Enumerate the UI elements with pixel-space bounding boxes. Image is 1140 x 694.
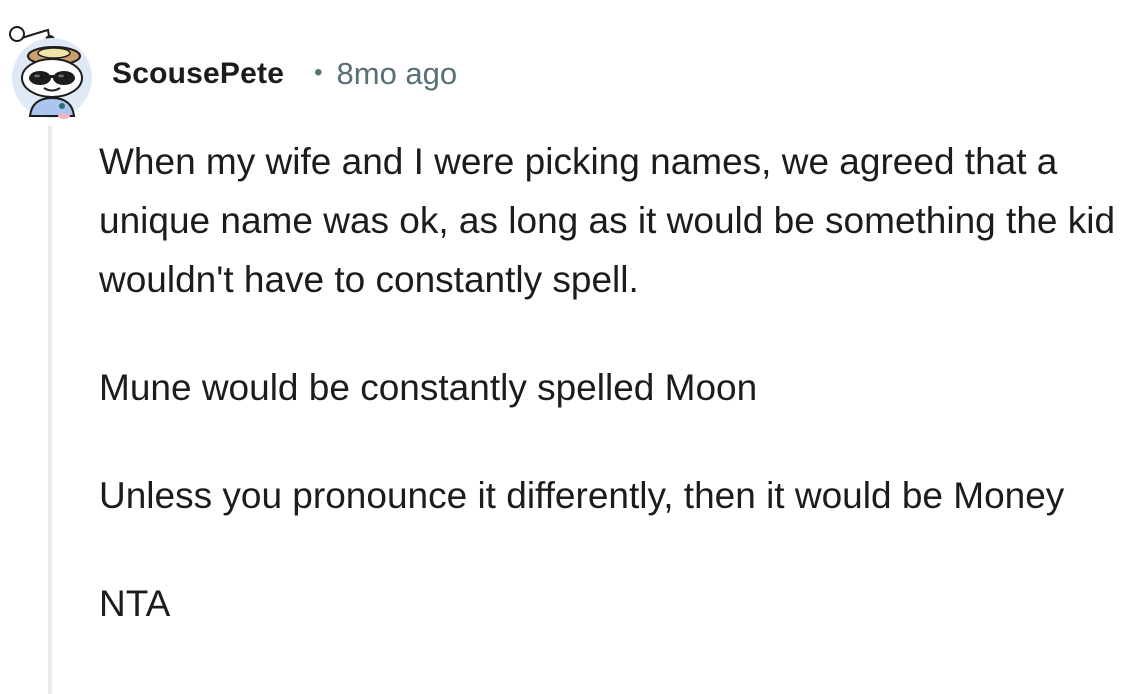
comment-body: When my wife and I were picking names, w… [99,132,1129,633]
timestamp[interactable]: 8mo ago [337,56,458,92]
comment-paragraph: Mune would be constantly spelled Moon [99,367,758,408]
snoo-avatar-icon [9,26,92,119]
comment-paragraph: NTA [99,583,171,624]
user-avatar[interactable] [4,20,96,120]
separator-dot: • [314,59,323,86]
thread-line[interactable] [48,126,52,694]
comment-paragraph: Unless you pronounce it differently, the… [99,475,1065,516]
comment-meta: ScousePete • 8mo ago [112,54,457,94]
comment-paragraph: When my wife and I were picking names, w… [99,141,1116,300]
comment: ScousePete • 8mo ago When my wife and I … [0,0,1140,694]
username-link[interactable]: ScousePete [112,57,284,91]
